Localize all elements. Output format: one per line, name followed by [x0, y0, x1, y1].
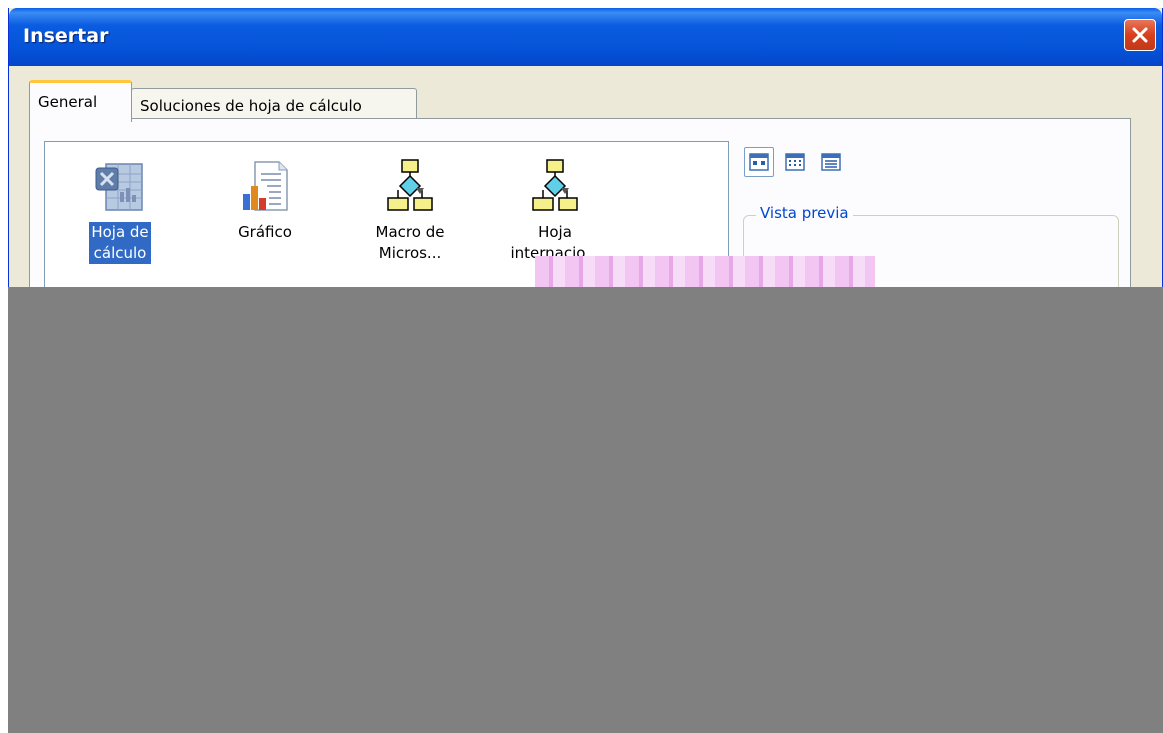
macro-hierarchy-icon [387, 159, 433, 211]
list-item-label: Hoja de cálculo [89, 222, 151, 264]
macro-hierarchy-icon [532, 159, 578, 211]
list-item-label: Macro de Micros... [375, 223, 445, 262]
tab-general[interactable]: General [29, 80, 132, 122]
large-icons-view-icon [749, 153, 769, 171]
list-item-label: Gráfico [238, 223, 292, 241]
list-view-button[interactable] [780, 147, 810, 177]
preview-title: Vista previa [756, 204, 853, 222]
close-icon [1132, 27, 1148, 43]
details-view-icon [821, 153, 841, 171]
chart-document-icon [243, 161, 288, 211]
list-item-hoja-de-calculo[interactable]: Hoja de cálculo [65, 158, 175, 264]
title-bar[interactable]: Insertar [9, 8, 1162, 66]
excel-sheet-icon [95, 163, 143, 211]
dialog-title: Insertar [23, 25, 109, 47]
large-icons-view-button[interactable] [744, 147, 774, 177]
list-item-hoja-internacional[interactable]: Hoja internacio... [500, 158, 610, 264]
redacted-area [8, 287, 1163, 733]
tab-soluciones[interactable]: Soluciones de hoja de cálculo [131, 88, 417, 120]
details-view-button[interactable] [816, 147, 846, 177]
list-view-icon [785, 153, 805, 171]
render-artifact [535, 256, 875, 290]
close-button[interactable] [1124, 19, 1156, 51]
list-item-macro[interactable]: Macro de Micros... [355, 158, 465, 264]
list-item-grafico[interactable]: Gráfico [210, 158, 320, 243]
